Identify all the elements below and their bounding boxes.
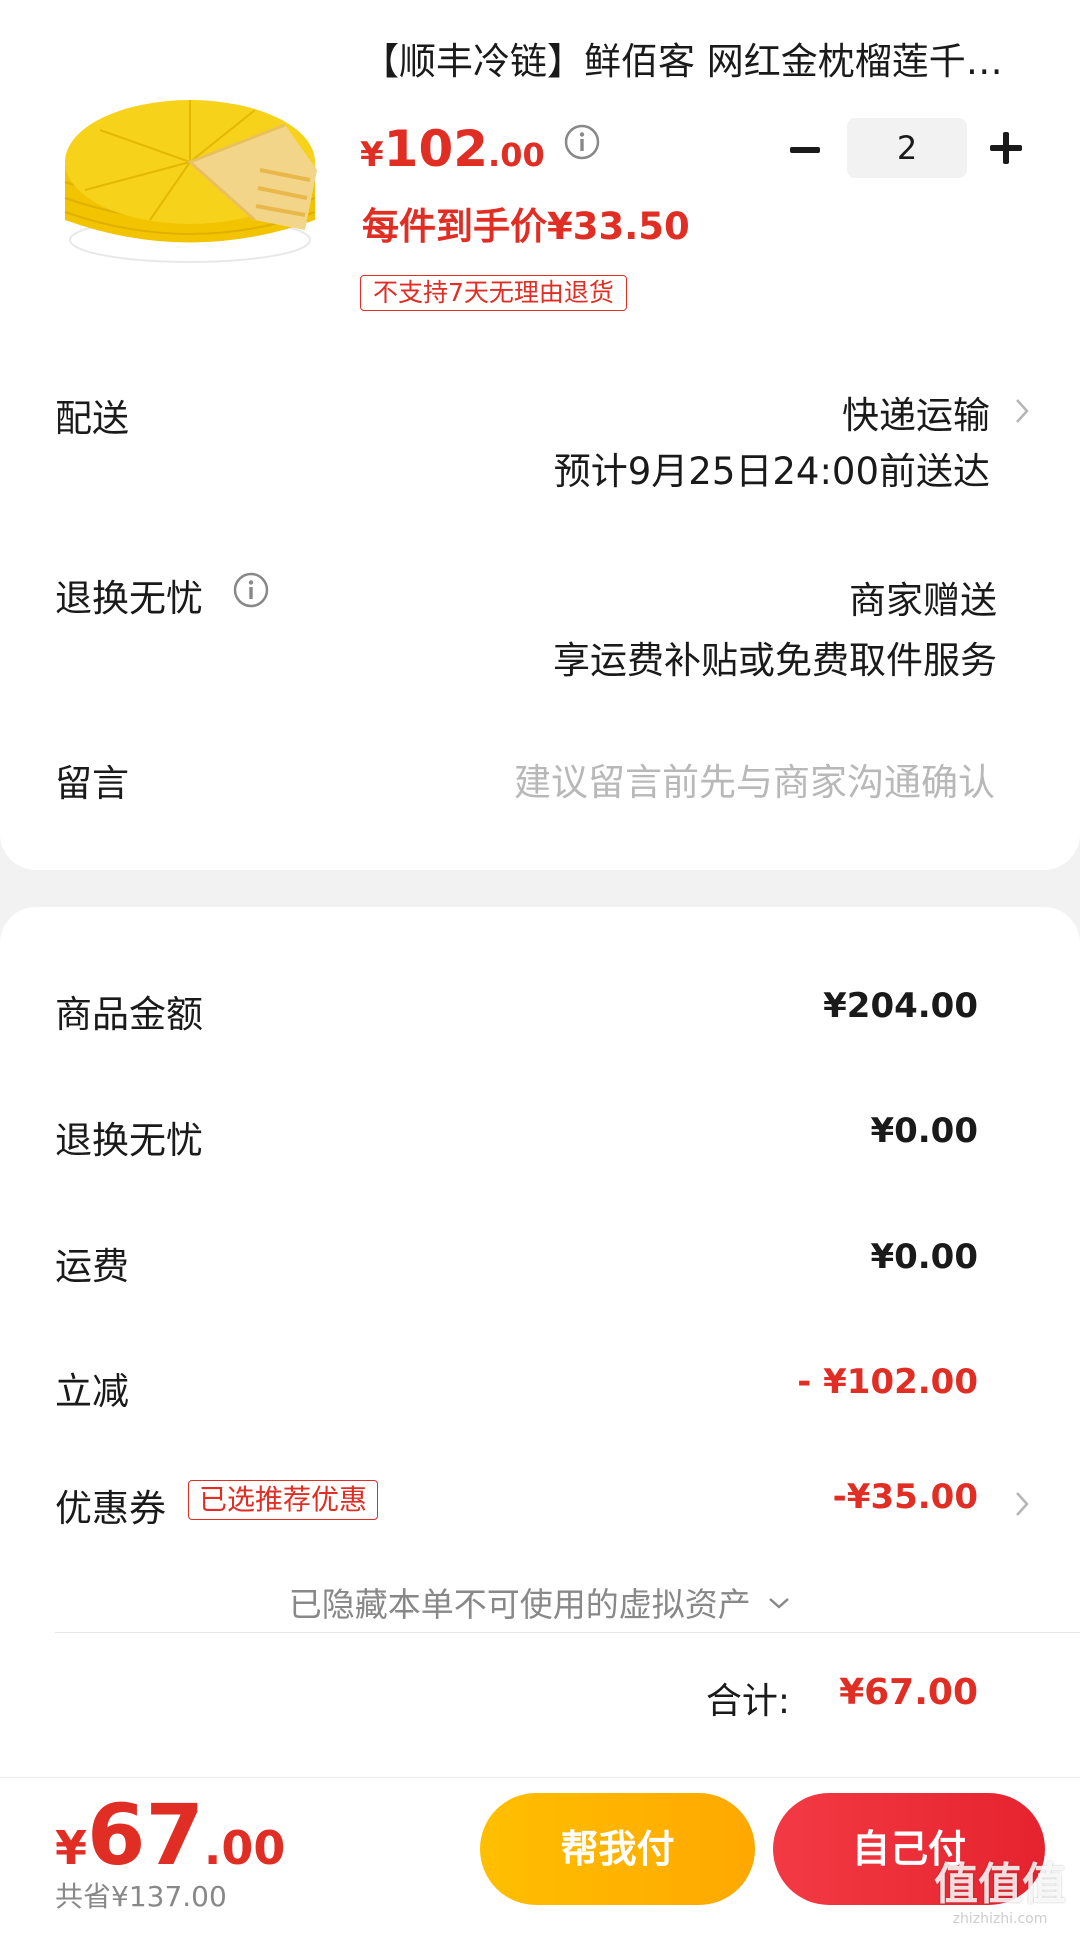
divider [55, 1632, 1080, 1633]
shipping-fee-value: ¥0.00 [870, 1237, 978, 1277]
message-label: 留言 [55, 762, 129, 805]
goods-amount-value: ¥204.00 [823, 986, 978, 1026]
no-return-tag: 不支持7天无理由退货 [360, 275, 627, 311]
delivery-eta: 预计9月25日24:00前送达 [553, 450, 990, 493]
return-fee-label: 退换无忧 [55, 1119, 203, 1162]
discount-value: - ¥102.00 [797, 1362, 978, 1402]
product-title[interactable]: 【顺丰冷链】鲜佰客 网红金枕榴莲千层蛋糕 [362, 36, 1032, 88]
total-label: 合计: [705, 1681, 790, 1722]
product-price: ¥102.00 [360, 120, 600, 178]
coupon-value: -¥35.00 [832, 1477, 978, 1517]
coupon-row[interactable]: -¥35.00 [640, 1470, 1040, 1534]
chevron-right-icon [1016, 399, 1029, 423]
message-input[interactable]: 建议留言前先与商家沟通确认 [514, 752, 995, 806]
total-value: ¥67.00 [839, 1672, 978, 1713]
goods-amount-label: 商品金额 [55, 993, 203, 1036]
hidden-assets-toggle[interactable]: 已隐藏本单不可使用的虚拟资产 [0, 1578, 1080, 1626]
quantity-decrease-button[interactable] [790, 147, 820, 153]
watermark: 值值值 zhizhizhi.com [934, 1859, 1066, 1928]
coupon-recommended-tag: 已选推荐优惠 [188, 1480, 379, 1520]
coupon-label: 优惠券 [55, 1487, 166, 1530]
return-service-text: 享运费补贴或免费取件服务 [553, 639, 997, 682]
quantity-input[interactable]: 2 [847, 118, 967, 178]
delivery-row[interactable]: 快递运输 预计9月25日24:00前送达 [360, 385, 1040, 495]
chevron-down-icon [769, 1598, 790, 1609]
return-gift-text: 商家赠送 [849, 579, 997, 622]
help-me-pay-button[interactable]: 帮我付 [480, 1793, 755, 1905]
discount-label: 立减 [55, 1370, 129, 1413]
quantity-increase-button[interactable] [990, 132, 1022, 164]
chevron-right-icon [1016, 1492, 1029, 1516]
info-icon[interactable] [564, 124, 600, 160]
return-worry-free-label: 退换无忧 [55, 577, 203, 620]
return-fee-value: ¥0.00 [870, 1111, 978, 1151]
product-image[interactable] [55, 70, 325, 270]
unit-price: 每件到手价¥33.50 [362, 205, 690, 248]
shipping-fee-label: 运费 [55, 1245, 129, 1288]
total-saved: 共省¥137.00 [55, 1880, 227, 1913]
info-icon[interactable] [233, 572, 269, 608]
delivery-label: 配送 [55, 397, 129, 440]
delivery-method: 快递运输 [842, 394, 990, 437]
pay-total: ¥67.00 [55, 1786, 286, 1884]
